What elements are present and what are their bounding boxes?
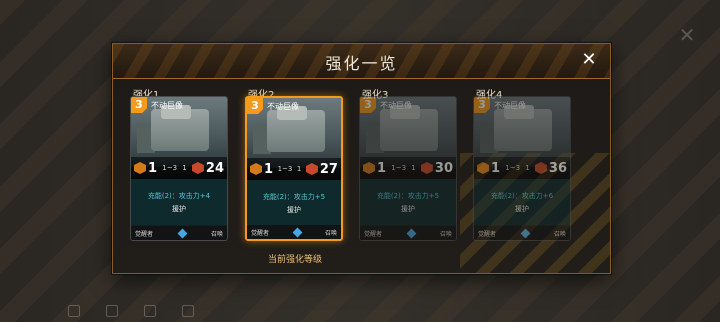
hp-stat: 24	[191, 160, 224, 176]
card-name: 不动巨像	[151, 101, 183, 110]
dialog-title: 强化一览	[325, 54, 398, 73]
keyword-text: 援护	[515, 205, 529, 213]
skill-text: 充能(2)：攻击力+5	[376, 192, 440, 200]
card-name: 不动巨像	[380, 101, 412, 110]
card-footer: 觉醒者 召唤	[131, 226, 227, 240]
card-text: 充能(2)：攻击力+6 援护	[474, 179, 570, 225]
range-stat: 1~3	[162, 164, 178, 172]
mid-stat: 1	[525, 164, 530, 172]
hp-icon	[420, 162, 433, 174]
footer-left: 觉醒者	[364, 230, 383, 238]
gem-icon	[177, 228, 187, 238]
footer-left: 觉醒者	[135, 230, 154, 238]
bottom-tab-4	[182, 305, 194, 317]
stat-row: 1 1~3 1 27	[247, 158, 341, 180]
bottom-tab-2	[106, 305, 118, 317]
hp-stat: 27	[305, 161, 338, 177]
hp-value: 24	[205, 160, 224, 176]
card-footer: 觉醒者 召唤	[360, 226, 456, 240]
attack-value: 1	[377, 160, 387, 176]
gem-icon	[520, 228, 530, 238]
stat-row: 1 1~3 1 24	[131, 157, 227, 179]
attack-stat: 1	[250, 162, 273, 177]
skill-text: 充能(2)：攻击力+6	[490, 192, 554, 200]
mid-stat: 1	[411, 164, 416, 172]
footer-right: 召唤	[553, 230, 566, 238]
skill-text: 充能(2)：攻击力+5	[262, 193, 326, 201]
card-footer: 觉醒者 召唤	[474, 226, 570, 240]
dialog-header: 强化一览 ✕	[113, 44, 610, 79]
card-text: 充能(2)：攻击力+5 援护	[247, 180, 341, 226]
footer-right: 召唤	[439, 230, 452, 238]
card-name: 不动巨像	[494, 101, 526, 110]
keyword-text: 援护	[172, 205, 186, 213]
gem-icon	[406, 228, 416, 238]
skill-text: 充能(2)：攻击力+4	[147, 192, 211, 200]
attack-stat: 1	[363, 161, 386, 176]
attack-value: 1	[148, 160, 158, 176]
attack-value: 1	[491, 160, 501, 176]
attack-icon	[250, 163, 262, 175]
keyword-text: 援护	[287, 206, 301, 214]
hp-value: 36	[548, 160, 567, 176]
card-name: 不动巨像	[267, 102, 299, 111]
card-text: 充能(2)：攻击力+5 援护	[360, 179, 456, 225]
attack-icon	[363, 162, 375, 174]
bottom-tab-1	[68, 305, 80, 317]
card-level-3[interactable]: 3 不动巨像 1 1~3 1 30 充能(2)：攻击力+5 援护 觉醒者 召唤	[359, 96, 457, 241]
bottom-bar	[0, 300, 720, 322]
footer-left: 觉醒者	[251, 229, 270, 237]
close-icon[interactable]: ✕	[580, 51, 598, 69]
background-close-icon: ✕	[678, 23, 696, 47]
card-level-2[interactable]: 3 不动巨像 1 1~3 1 27 充能(2)：攻击力+5 援护 觉醒者 召唤	[245, 96, 343, 241]
attack-icon	[477, 162, 489, 174]
keyword-text: 援护	[401, 205, 415, 213]
hp-value: 30	[434, 160, 453, 176]
attack-icon	[134, 162, 146, 174]
hp-value: 27	[319, 161, 338, 177]
range-stat: 1~3	[505, 164, 521, 172]
mid-stat: 1	[296, 165, 302, 173]
attack-stat: 1	[477, 161, 500, 176]
stat-row: 1 1~3 1 36	[474, 157, 570, 179]
hp-icon	[305, 163, 318, 175]
card-icon	[144, 305, 156, 317]
footer-left: 觉醒者	[478, 230, 497, 238]
card-level-1[interactable]: 3 不动巨像 1 1~3 1 24 充能(2)：攻击力+4 援护 觉醒者 召唤	[130, 96, 228, 241]
hp-stat: 30	[420, 160, 453, 176]
attack-value: 1	[264, 161, 274, 177]
card-level-4[interactable]: 3 不动巨像 1 1~3 1 36 充能(2)：攻击力+6 援护 觉醒者 召唤	[473, 96, 571, 241]
hp-stat: 36	[534, 160, 567, 176]
info-icon	[68, 305, 80, 317]
footer-right: 召唤	[210, 230, 223, 238]
hp-icon	[534, 162, 547, 174]
gem-icon	[292, 227, 302, 237]
range-stat: 1~3	[391, 164, 407, 172]
card-text: 充能(2)：攻击力+4 援护	[131, 179, 227, 225]
hp-icon	[191, 162, 204, 174]
range-stat: 1~3	[277, 165, 293, 173]
card-footer: 觉醒者 召唤	[247, 225, 341, 239]
mid-stat: 1	[182, 164, 187, 172]
attack-stat: 1	[134, 161, 157, 176]
footer-right: 召唤	[324, 229, 337, 237]
bottom-tab-3	[144, 305, 156, 317]
stat-row: 1 1~3 1 30	[360, 157, 456, 179]
list-icon	[106, 305, 118, 317]
current-level-label: 当前强化等级	[268, 255, 323, 265]
check-icon	[182, 305, 194, 317]
